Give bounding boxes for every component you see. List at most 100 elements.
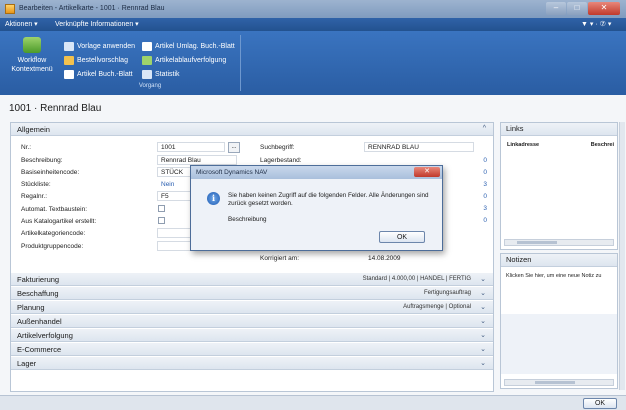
catalog-item-checkbox[interactable] bbox=[158, 217, 165, 224]
order-proposal-button[interactable]: Bestellvorschlag bbox=[64, 55, 128, 66]
nr-field[interactable]: 1001 bbox=[157, 142, 225, 152]
menu-bar: Aktionen ▾ Verknüpfte Informationen ▾ ▼ … bbox=[0, 18, 626, 31]
search-name-label: Suchbegriff: bbox=[260, 144, 295, 151]
expand-chevron-icon[interactable]: ⌄ bbox=[480, 289, 486, 297]
scroll-thumb[interactable] bbox=[517, 241, 557, 244]
expand-chevron-icon[interactable]: ⌄ bbox=[480, 331, 486, 339]
dialog-ok-button[interactable]: OK bbox=[379, 231, 425, 243]
workflow-button[interactable]: Workflow Kontextmenü bbox=[4, 37, 60, 74]
fasttab-general-label: Allgemein bbox=[17, 125, 50, 134]
related-info-menu[interactable]: Verknüpfte Informationen ▾ bbox=[55, 20, 139, 28]
base-unit-label: Basiseinheitencode: bbox=[21, 169, 80, 176]
corrected-date-value: 14.08.2009 bbox=[364, 253, 444, 263]
fasttab-item-tracking[interactable]: Artikelverfolgung ⌄ bbox=[11, 329, 493, 342]
ribbon-separator bbox=[240, 35, 241, 91]
dialog-title: Microsoft Dynamics NAV bbox=[191, 166, 442, 179]
fasttab-replenishment-summary: Fertigungsauftrag bbox=[423, 290, 471, 296]
right-value-5[interactable]: 3 bbox=[477, 205, 487, 212]
actions-menu[interactable]: Aktionen ▾ bbox=[5, 20, 38, 28]
right-value-6[interactable]: 0 bbox=[477, 217, 487, 224]
expand-chevron-icon[interactable]: ⌄ bbox=[480, 303, 486, 311]
ribbon-group-label: Vorgang bbox=[138, 83, 162, 89]
dialog-message: Sie haben keinen Zugriff auf die folgend… bbox=[228, 192, 429, 207]
item-category-label: Artikelkategoriencode: bbox=[21, 230, 86, 237]
reclass-journal-label: Artikel Umlag. Buch.-Blatt bbox=[155, 43, 235, 50]
catalog-item-label: Aus Katalogartikel erstellt: bbox=[21, 218, 97, 225]
right-value-4[interactable]: 0 bbox=[477, 193, 487, 200]
fasttab-replenishment[interactable]: Beschaffung Fertigungsauftrag ⌄ bbox=[11, 287, 493, 300]
help-menu[interactable]: ▼ ▾ · ⑦ ▾ bbox=[581, 20, 611, 28]
fasttab-invoicing-summary: Standard | 4.000,00 | HANDEL | FERTIG bbox=[362, 276, 471, 282]
description-field[interactable]: Rennrad Blau bbox=[157, 155, 237, 165]
expand-chevron-icon[interactable]: ⌄ bbox=[480, 317, 486, 325]
auto-text-checkbox[interactable] bbox=[158, 205, 165, 212]
scroll-thumb[interactable] bbox=[535, 381, 575, 384]
inventory-value[interactable]: 0 bbox=[477, 157, 487, 164]
collapse-chevron-icon[interactable]: ^ bbox=[483, 125, 486, 132]
fasttab-item-tracking-label: Artikelverfolgung bbox=[17, 331, 73, 340]
ok-button[interactable]: OK bbox=[583, 398, 617, 409]
assist-edit-button[interactable]: ... bbox=[228, 142, 240, 153]
fasttab-warehouse[interactable]: Lager ⌄ bbox=[11, 357, 493, 370]
fasttab-foreign-trade[interactable]: Außenhandel ⌄ bbox=[11, 315, 493, 328]
links-horizontal-scrollbar[interactable] bbox=[504, 239, 614, 246]
fasttab-ecommerce[interactable]: E-Commerce ⌄ bbox=[11, 343, 493, 356]
item-tracing-label: Artikelablaufverfolgung bbox=[155, 57, 227, 64]
item-journal-button[interactable]: Artikel Buch.-Blatt bbox=[64, 69, 133, 80]
workflow-label: Workflow bbox=[17, 57, 47, 64]
statistics-button[interactable]: Statistik bbox=[142, 69, 180, 80]
dialog-field-name: Beschreibung bbox=[228, 216, 267, 223]
links-header[interactable]: Links bbox=[501, 123, 617, 136]
item-journal-icon bbox=[64, 70, 74, 79]
fasttab-invoicing[interactable]: Fakturierung Standard | 4.000,00 | HANDE… bbox=[11, 273, 493, 286]
fasttab-general[interactable]: Allgemein ^ bbox=[11, 123, 493, 136]
apply-template-button[interactable]: Vorlage anwenden bbox=[64, 41, 135, 52]
workflow-icon bbox=[23, 37, 41, 53]
order-proposal-icon bbox=[64, 56, 74, 65]
nr-label: Nr.: bbox=[21, 144, 32, 151]
ribbon: Workflow Kontextmenü Vorlage anwenden Be… bbox=[0, 31, 626, 95]
fasttab-warehouse-label: Lager bbox=[17, 359, 37, 368]
reclass-journal-icon bbox=[142, 42, 152, 51]
notes-factbox: Notizen Klicken Sie hier, um eine neue N… bbox=[500, 253, 618, 389]
template-icon bbox=[64, 42, 74, 51]
dialog-close-button[interactable]: ✕ bbox=[414, 167, 440, 177]
fasttab-ecommerce-label: E-Commerce bbox=[17, 345, 62, 354]
fasttab-invoicing-label: Fakturierung bbox=[17, 275, 60, 284]
search-name-field[interactable]: RENNRAD BLAU bbox=[364, 142, 474, 152]
expand-chevron-icon[interactable]: ⌄ bbox=[480, 275, 486, 283]
minimize-button[interactable]: – bbox=[546, 2, 566, 15]
link-address-column[interactable]: Linkadresse bbox=[507, 142, 539, 148]
item-tracing-button[interactable]: Artikelablaufverfolgung bbox=[142, 55, 226, 66]
title-bar: Bearbeiten - Artikelkarte - 1001 · Rennr… bbox=[0, 0, 626, 18]
notes-area[interactable] bbox=[501, 314, 617, 374]
fasttab-replenishment-label: Beschaffung bbox=[17, 289, 59, 298]
fasttab-planning-summary: Auftragsmenge | Optional bbox=[403, 304, 471, 310]
fasttab-planning-label: Planung bbox=[17, 303, 45, 312]
links-factbox: Links Linkadresse Beschrei bbox=[500, 122, 618, 250]
product-group-label: Produktgruppencode: bbox=[21, 243, 84, 250]
expand-chevron-icon[interactable]: ⌄ bbox=[480, 359, 486, 367]
close-button[interactable]: ✕ bbox=[588, 2, 620, 15]
link-description-column[interactable]: Beschrei bbox=[591, 142, 614, 148]
app-icon bbox=[5, 4, 15, 14]
right-value-3[interactable]: 3 bbox=[477, 181, 487, 188]
apply-template-label: Vorlage anwenden bbox=[77, 43, 135, 50]
context-menu-label: Kontextmenü bbox=[11, 66, 53, 73]
bom-label: Stückliste: bbox=[21, 181, 51, 188]
notes-horizontal-scrollbar[interactable] bbox=[504, 379, 614, 386]
right-value-2[interactable]: 0 bbox=[477, 169, 487, 176]
corrected-date-label: Korrigiert am: bbox=[260, 255, 300, 262]
vertical-scrollbar[interactable] bbox=[619, 122, 625, 390]
info-icon: i bbox=[207, 192, 220, 205]
order-proposal-label: Bestellvorschlag bbox=[77, 57, 128, 64]
notes-header[interactable]: Notizen bbox=[501, 254, 617, 267]
expand-chevron-icon[interactable]: ⌄ bbox=[480, 345, 486, 353]
item-tracing-icon bbox=[142, 56, 152, 65]
new-note-hint[interactable]: Klicken Sie hier, um eine neue Notiz zu bbox=[506, 273, 601, 279]
inventory-label: Lagerbestand: bbox=[260, 157, 302, 164]
fasttab-planning[interactable]: Planung Auftragsmenge | Optional ⌄ bbox=[11, 301, 493, 314]
maximize-button[interactable]: □ bbox=[567, 2, 587, 15]
error-dialog: Microsoft Dynamics NAV ✕ i Sie haben kei… bbox=[190, 165, 443, 251]
reclass-journal-button[interactable]: Artikel Umlag. Buch.-Blatt bbox=[142, 41, 235, 52]
